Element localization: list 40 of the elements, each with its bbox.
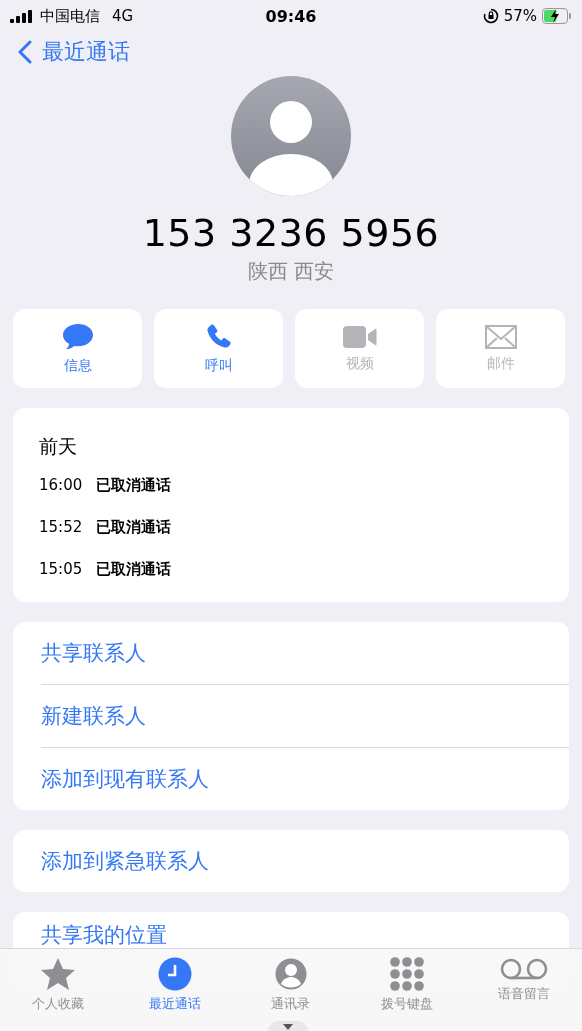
call-time: 16:00 xyxy=(39,476,83,494)
option-link[interactable]: 共享我的位置 xyxy=(13,912,195,948)
call-status: 已取消通话 xyxy=(96,475,172,495)
person-circle-icon xyxy=(274,957,308,991)
speech-bubble-icon xyxy=(61,322,94,351)
star-icon xyxy=(40,957,77,991)
carrier-label: 中国电信 xyxy=(40,6,100,26)
call-status: 已取消通话 xyxy=(96,559,172,579)
keypad-icon xyxy=(390,957,425,991)
call-time: 15:52 xyxy=(39,518,83,536)
avatar-icon xyxy=(231,76,351,196)
envelope-icon xyxy=(484,324,517,349)
option-link[interactable]: 共享联系人 xyxy=(13,622,569,684)
call-status: 已取消通话 xyxy=(96,517,172,537)
pull-handle[interactable] xyxy=(268,1021,308,1031)
phone-number: 153 3236 5956 xyxy=(142,210,440,256)
call-time: 15:05 xyxy=(39,560,83,578)
tab-item[interactable]: 语音留言 xyxy=(465,957,582,1015)
clock-time: 09:46 xyxy=(265,6,317,26)
location-label: 陕西 西安 xyxy=(247,258,335,285)
network-label: 4G xyxy=(112,7,134,25)
video-camera-icon xyxy=(342,324,377,349)
chevron-left-icon xyxy=(18,40,32,64)
back-button[interactable]: 最近通话 xyxy=(18,37,130,67)
tab-item[interactable]: 最近通话 xyxy=(116,957,233,1015)
tab-item[interactable]: 个人收藏 xyxy=(0,957,117,1015)
option-link[interactable]: 添加到紧急联系人 xyxy=(13,830,569,892)
option-link[interactable]: 添加到现有联系人 xyxy=(13,748,569,810)
battery-charging-icon xyxy=(542,8,572,24)
tab-item[interactable]: 通讯录 xyxy=(232,957,350,1015)
tab-item[interactable]: 拨号键盘 xyxy=(349,957,466,1015)
option-link[interactable]: 新建联系人 xyxy=(13,685,569,747)
signal-icon xyxy=(10,9,34,23)
message-button[interactable]: 信息 xyxy=(13,309,142,388)
date-heading: 前天 xyxy=(39,434,78,459)
clock-icon xyxy=(157,957,192,991)
voicemail-icon xyxy=(499,957,548,981)
rotation-lock-icon xyxy=(482,8,499,24)
call-button[interactable]: 呼叫 xyxy=(154,309,283,388)
battery-percentage: 57% xyxy=(503,7,537,25)
